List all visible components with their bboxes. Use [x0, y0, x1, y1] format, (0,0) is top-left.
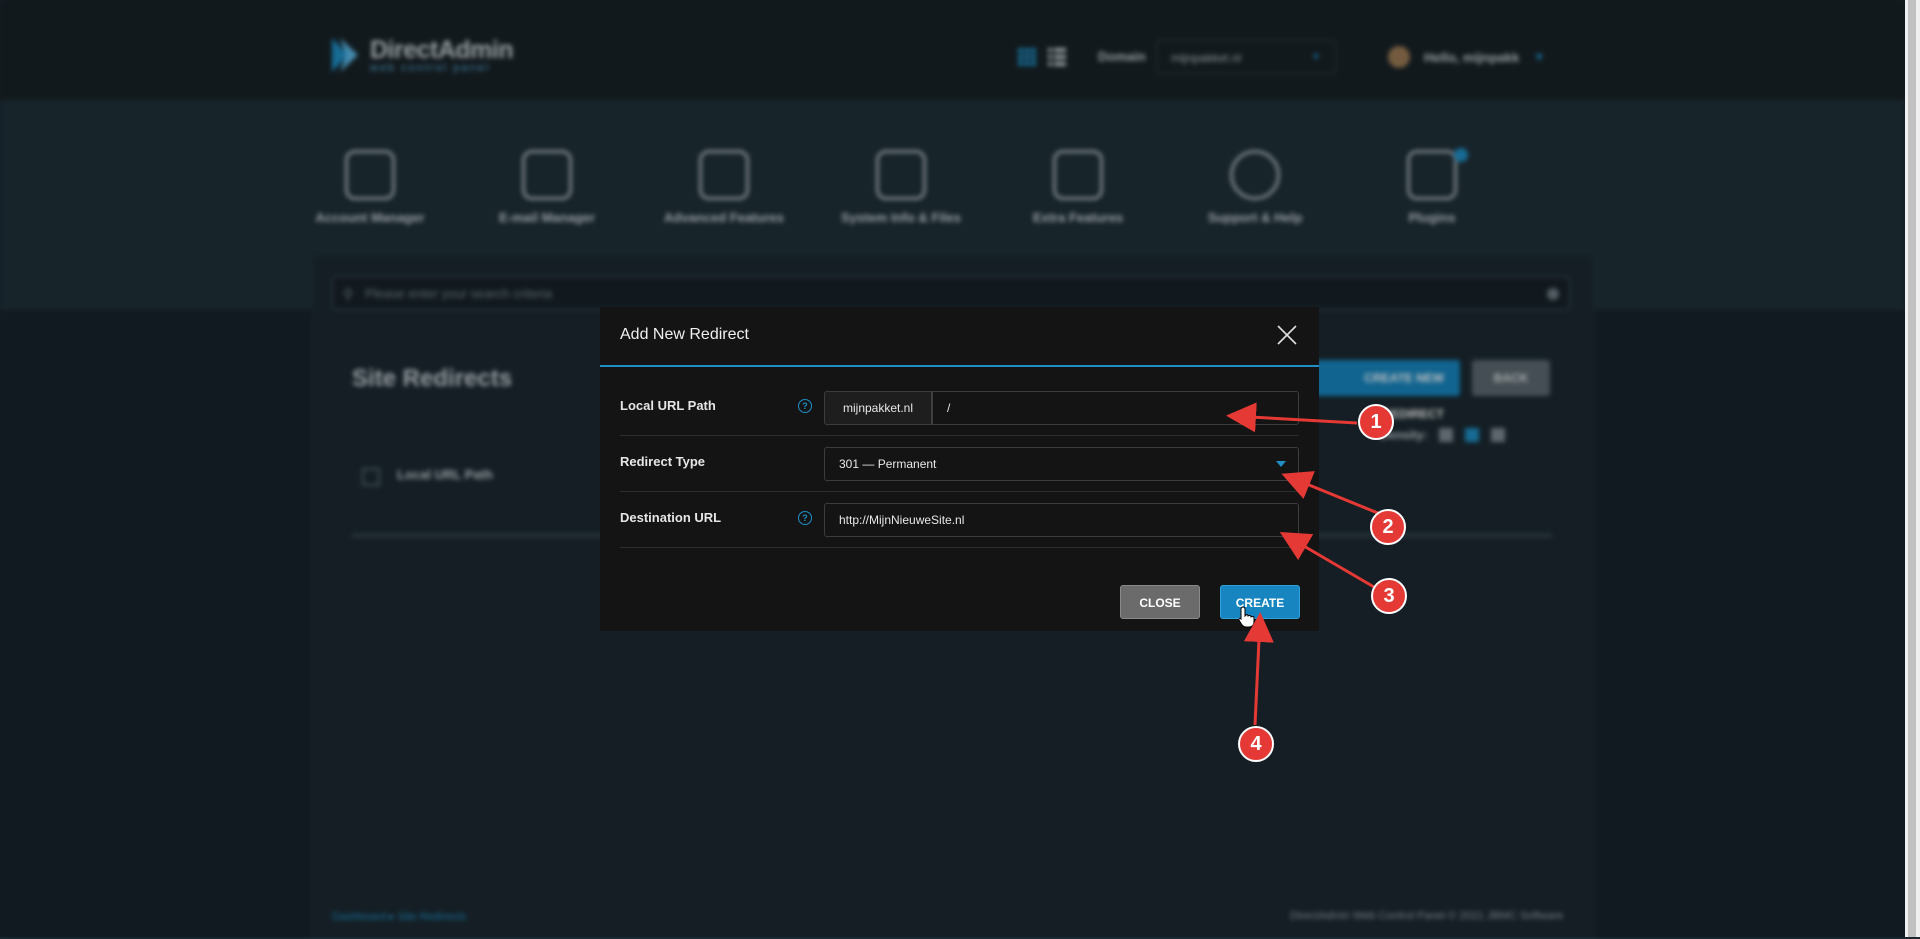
close-button[interactable]: CLOSE: [1120, 585, 1200, 619]
scrollbar[interactable]: [1905, 0, 1920, 937]
close-icon[interactable]: [1275, 323, 1299, 347]
local-url-row: Local URL Path ? mijnpakket.nl /: [620, 379, 1299, 436]
local-url-domain-addon: mijnpakket.nl: [824, 391, 932, 425]
destination-url-input[interactable]: http://MijnNieuweSite.nl: [824, 503, 1299, 537]
annotation-2: 2: [1370, 509, 1406, 545]
create-button[interactable]: CREATE: [1220, 585, 1300, 619]
local-url-input[interactable]: /: [932, 391, 1299, 425]
annotation-3: 3: [1371, 578, 1407, 614]
redirect-type-label: Redirect Type: [620, 454, 706, 469]
destination-label: Destination URL: [620, 510, 722, 525]
annotation-1: 1: [1358, 404, 1394, 440]
modal-title: Add New Redirect: [620, 326, 749, 343]
chevron-down-icon: [1276, 461, 1286, 467]
hand-cursor-icon: [1238, 606, 1256, 633]
redirect-type-value: 301 — Permanent: [839, 457, 937, 471]
scrollbar-thumb[interactable]: [1908, 0, 1916, 937]
destination-row: Destination URL ? http://MijnNieuweSite.…: [620, 491, 1299, 548]
redirect-type-select[interactable]: 301 — Permanent: [824, 447, 1299, 481]
help-icon[interactable]: ?: [798, 399, 812, 413]
local-url-label: Local URL Path: [620, 398, 716, 413]
modal-header: Add New Redirect: [600, 307, 1319, 367]
help-icon[interactable]: ?: [798, 511, 812, 525]
annotation-4: 4: [1238, 726, 1274, 762]
redirect-type-row: Redirect Type 301 — Permanent: [620, 435, 1299, 492]
add-redirect-modal: Add New Redirect Local URL Path ? mijnpa…: [600, 307, 1319, 631]
